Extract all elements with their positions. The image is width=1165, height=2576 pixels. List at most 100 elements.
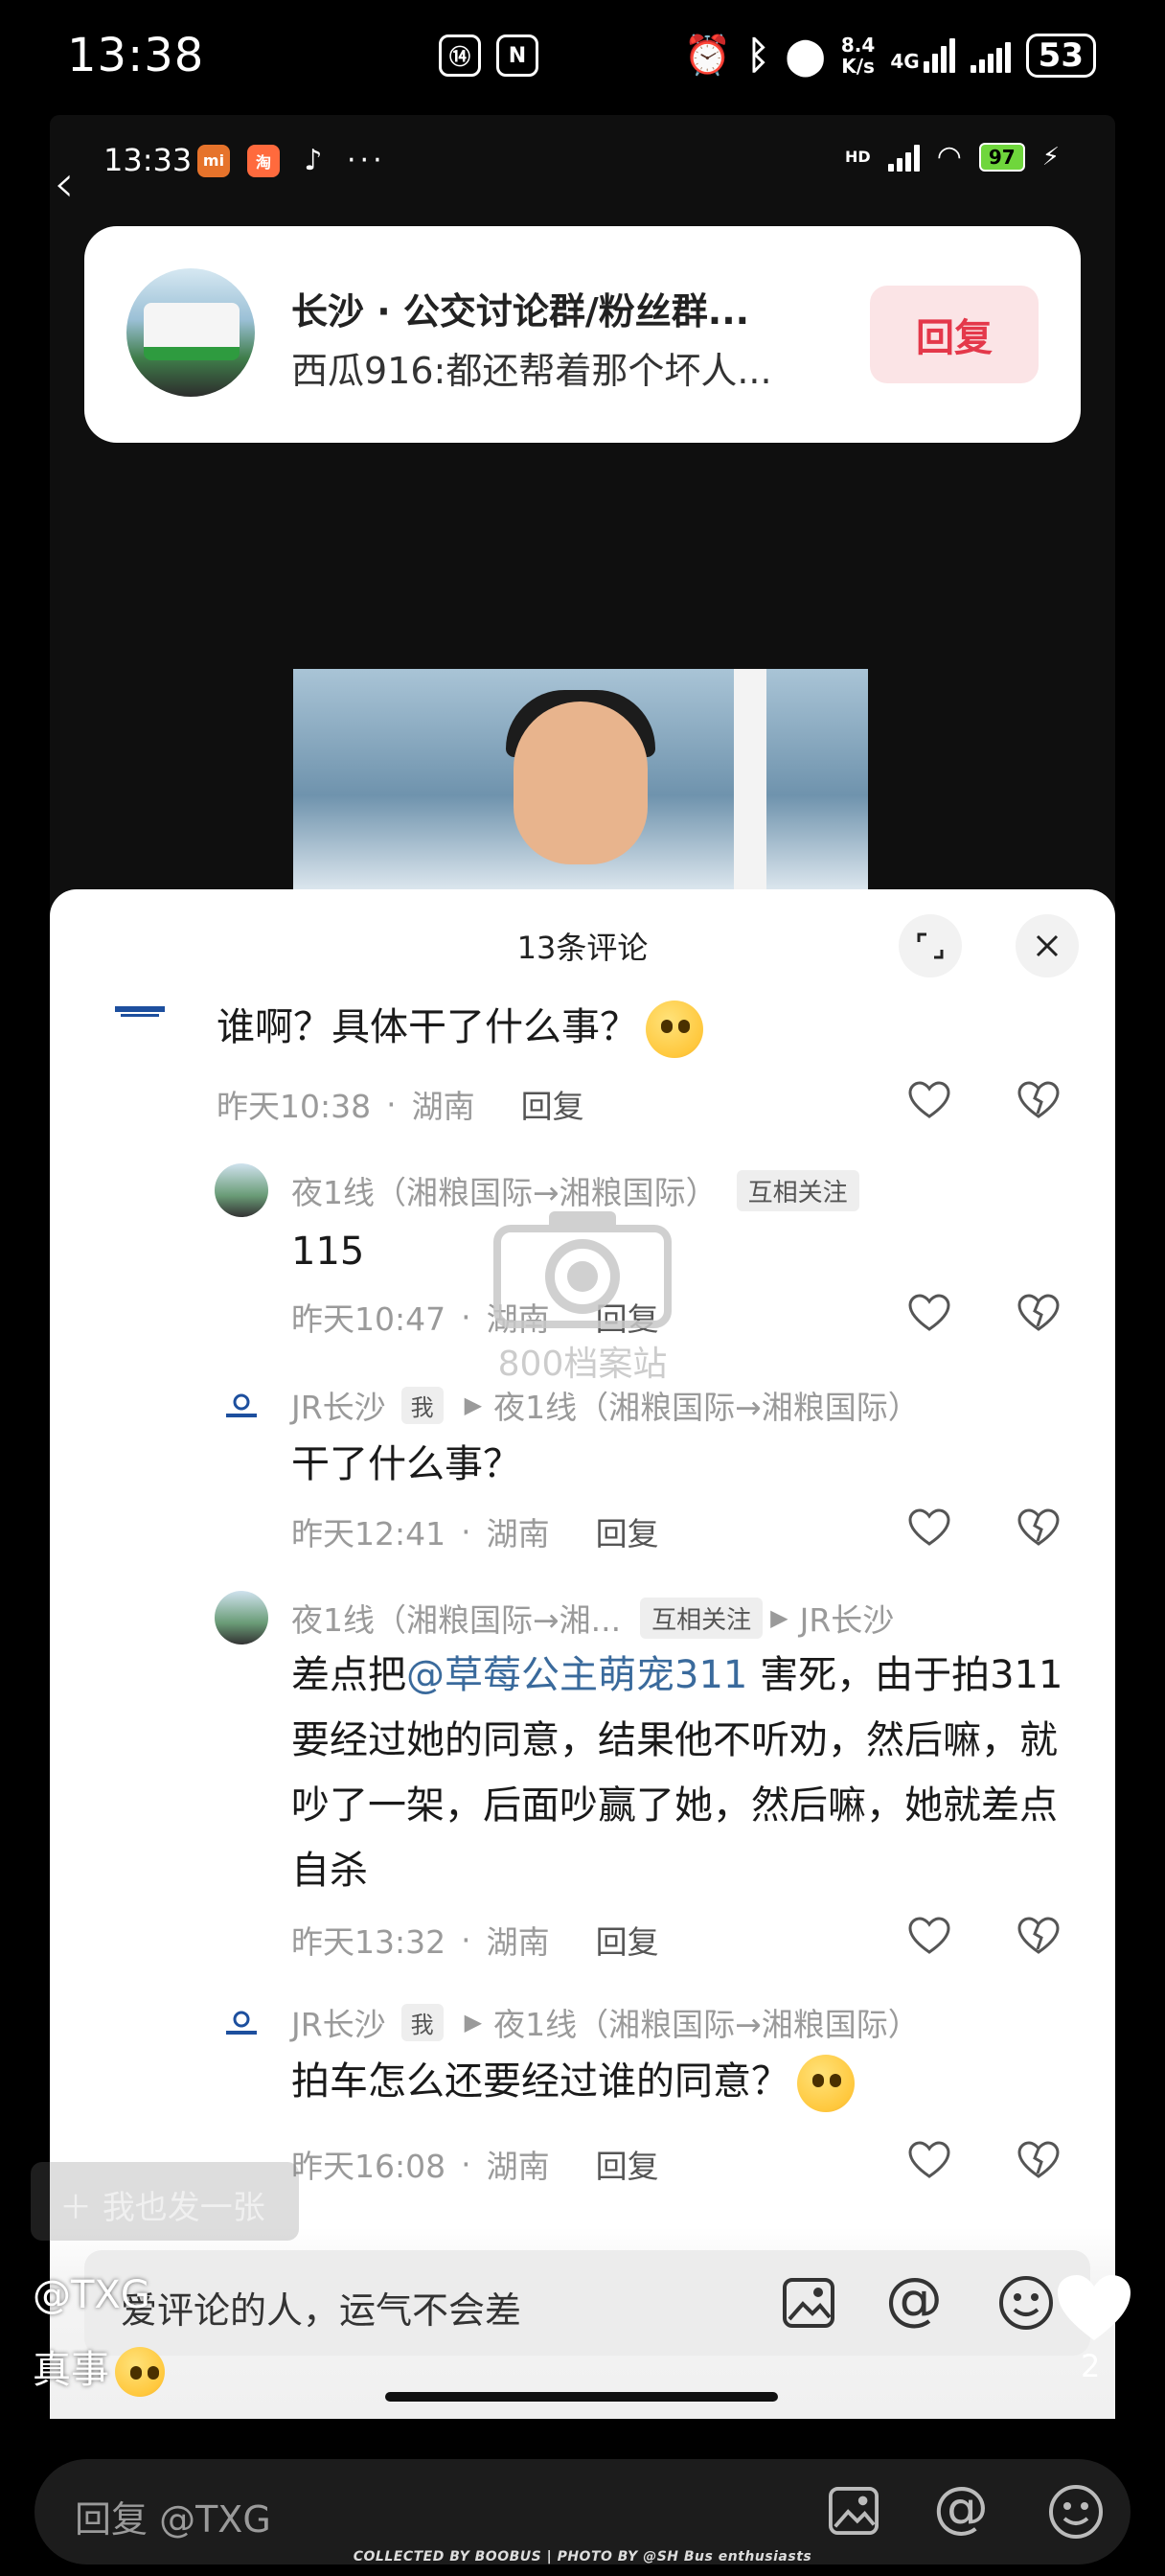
at-icon[interactable]: @	[885, 2266, 943, 2333]
image-icon[interactable]	[782, 2277, 835, 2329]
battery-indicator: 53	[1025, 33, 1096, 78]
upload-chip-label[interactable]: ＋ 我也发一张	[59, 2181, 265, 2228]
inner-app-icons: mi 淘 ♪ ···	[197, 144, 386, 177]
close-icon	[1036, 934, 1059, 957]
comment-reply-button[interactable]: 回复	[596, 1508, 659, 1554]
video-caption: 真事	[33, 2338, 165, 2397]
avatar	[113, 985, 167, 1039]
comment-author[interactable]: JR长沙	[291, 1382, 386, 1428]
taobao-icon: 淘	[247, 144, 280, 177]
comment-time: 昨天10:47	[291, 1300, 446, 1338]
comment-reply-button[interactable]: 回复	[596, 1917, 659, 1963]
thinking-emoji-icon	[646, 1000, 703, 1058]
comment-meta: 昨天12:41 · 湖南 回复	[291, 1508, 659, 1554]
comment-input-placeholder[interactable]: 爱评论的人，运气不会差	[121, 2281, 521, 2334]
dislike-icon[interactable]	[1017, 2141, 1060, 2179]
comment-text: 干了什么事？	[291, 1442, 521, 1486]
inner-status-right: HD ◠ 97 ⚡	[845, 140, 1060, 173]
location-icon: ⬤	[785, 34, 826, 77]
reply-to-author[interactable]: 夜1线（湘粮国际→湘粮国际）	[493, 1382, 920, 1428]
comment-region: 湖南	[486, 1515, 550, 1552]
home-indicator	[385, 2392, 778, 2402]
avatar[interactable]	[215, 1997, 268, 2051]
bottom-reply-placeholder[interactable]: 回复 @TXG	[75, 2490, 271, 2542]
bus-image	[144, 303, 240, 360]
wifi-icon: ◠	[936, 140, 962, 173]
reply-to-author[interactable]: 夜1线（湘粮国际→湘粮国际）	[493, 1999, 920, 2045]
comment-time: 昨天16:08	[291, 2148, 446, 2185]
comment-author-row: 夜1线（湘粮国际→湘... 互相关注 ▶ JR长沙	[291, 1595, 894, 1641]
video-author[interactable]: @TXG	[33, 2273, 150, 2317]
expand-button[interactable]	[899, 914, 962, 978]
comment-text-content: 拍车怎么还要经过谁的同意？	[291, 2059, 789, 2104]
back-icon[interactable]: ‹	[54, 153, 75, 214]
bottom-image-icon[interactable]	[828, 2486, 879, 2536]
reply-arrow-icon: ▶	[464, 1392, 483, 1418]
app-notification-icon: ⑭	[439, 34, 481, 77]
comment-line: 自杀	[291, 1849, 368, 1893]
comment-reply-button[interactable]: 回复	[596, 2141, 659, 2187]
comment-region: 湖南	[486, 2148, 550, 2185]
more-icon: ···	[347, 144, 386, 177]
inner-status-time: 13:33	[103, 142, 193, 178]
like-icon[interactable]	[908, 1294, 950, 1332]
bottom-at-icon[interactable]: @	[933, 2474, 989, 2540]
video-like-icon[interactable]	[1054, 2271, 1134, 2344]
comment-text: 拍车怎么还要经过谁的同意？	[291, 2049, 855, 2114]
notification-body: 西瓜916:都还帮着那个坏人...	[291, 350, 772, 392]
metro-logo-icon	[226, 1393, 257, 1417]
avatar[interactable]	[215, 1380, 268, 1434]
comment-meta: 昨天13:32 · 湖南 回复	[291, 1917, 659, 1963]
mi-icon: mi	[197, 144, 230, 177]
mention-link[interactable]: @草莓公主萌宠311	[406, 1653, 747, 1697]
comment-text-pre: 差点把	[291, 1653, 406, 1697]
like-icon[interactable]	[908, 2141, 950, 2179]
reply-to-author[interactable]: JR长沙	[800, 1595, 895, 1641]
cellular-4g: 4G	[890, 37, 955, 73]
notification-reply-button[interactable]: 回复	[870, 286, 1039, 383]
net-speed-value: 8.4	[840, 33, 876, 57]
comment-author[interactable]: JR长沙	[291, 1999, 386, 2045]
dislike-icon[interactable]	[1017, 1081, 1060, 1119]
dislike-icon[interactable]	[1017, 1294, 1060, 1332]
comment-reply-button[interactable]: 回复	[521, 1081, 584, 1127]
metro-logo-icon	[115, 1006, 165, 1017]
comment-text-post: 害死，由于拍311	[747, 1653, 1063, 1697]
like-icon[interactable]	[908, 1508, 950, 1547]
photo-credit: COLLECTED BY BOOBUS | PHOTO BY @SH Bus e…	[353, 2549, 812, 2564]
meta-dot: ·	[461, 1512, 471, 1551]
emoji-icon[interactable]	[998, 2275, 1054, 2331]
video-frame-image	[293, 669, 868, 899]
expand-icon	[917, 932, 944, 959]
comment-region: 湖南	[411, 1088, 475, 1125]
me-badge: 我	[400, 1386, 444, 1424]
comment-text: 115	[291, 1230, 365, 1274]
comment-line: 吵了一架，后面吵赢了她，然后嘛，她就差点	[291, 1783, 1058, 1828]
comment-meta: 昨天10:38 · 湖南 回复	[217, 1081, 584, 1127]
me-badge: 我	[400, 2003, 444, 2041]
like-icon[interactable]	[908, 1917, 950, 1955]
hd-icon: HD	[845, 148, 871, 166]
meta-dot: ·	[461, 2145, 471, 2183]
comment-line: 差点把@草莓公主萌宠311 害死，由于拍311	[291, 1643, 1115, 1708]
comment-item: 谁啊？具体干了什么事？	[50, 985, 1115, 1081]
comment-author[interactable]: 夜1线（湘粮国际→湘...	[291, 1595, 621, 1641]
dislike-icon[interactable]	[1017, 1508, 1060, 1547]
notification-banner[interactable]: 长沙 · 公交讨论群/粉丝群... 西瓜916:都还帮着那个坏人... 回复	[84, 226, 1081, 443]
comment-line: 要经过她的同意，结果他不听劝，然后嘛，就	[291, 1718, 1058, 1762]
charging-icon: ⚡	[1041, 142, 1060, 172]
dislike-icon[interactable]	[1017, 1917, 1060, 1955]
inner-battery-level: 97	[988, 145, 1016, 169]
comment-time: 昨天13:32	[291, 1923, 446, 1961]
bottom-emoji-icon[interactable]	[1048, 2484, 1104, 2540]
upload-chip-text: 我也发一张	[102, 2189, 265, 2227]
close-button[interactable]	[1016, 914, 1079, 978]
avatar[interactable]	[215, 1163, 268, 1217]
network-type: 4G	[890, 49, 920, 73]
watermark-text: 800档案站	[497, 1345, 668, 1384]
reply-arrow-icon: ▶	[770, 1604, 788, 1631]
identify-image-chip[interactable]: ⟲ 识别图片	[341, 2181, 509, 2228]
like-icon[interactable]	[908, 1081, 950, 1119]
watermark: 800档案站	[477, 1206, 688, 1386]
avatar[interactable]	[215, 1591, 268, 1644]
